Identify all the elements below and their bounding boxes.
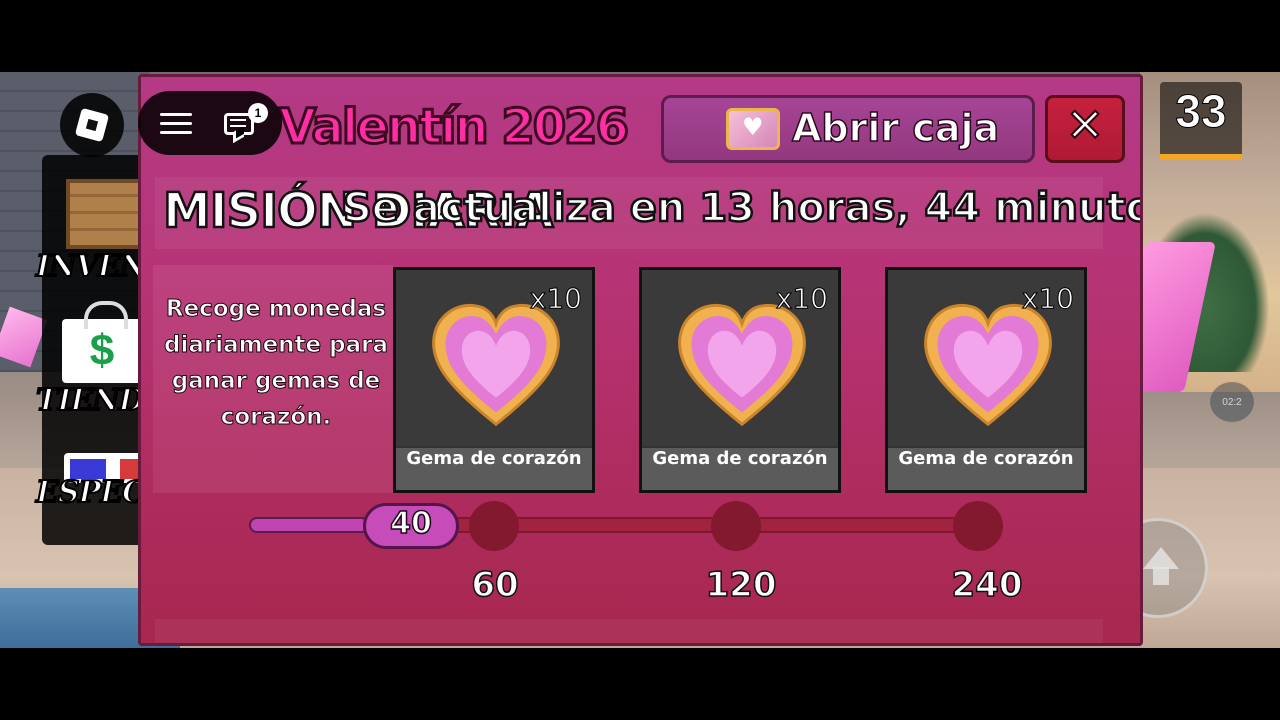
gift-box-icon bbox=[726, 108, 780, 150]
heart-gem-icon bbox=[924, 303, 1052, 427]
reward-name: Gema de corazón bbox=[396, 448, 592, 490]
level-progress-bar bbox=[1160, 154, 1242, 160]
reward-name: Gema de corazón bbox=[642, 448, 838, 490]
open-box-button[interactable]: Abrir caja bbox=[661, 95, 1035, 163]
reward-image: x10 bbox=[642, 270, 838, 446]
heart-gem-icon bbox=[432, 303, 560, 427]
reward-quantity: x10 bbox=[775, 282, 828, 316]
chat-notification-badge: 1 bbox=[248, 103, 268, 123]
milestone-dot bbox=[469, 501, 519, 551]
heart-gem-icon bbox=[678, 303, 806, 427]
milestone-label: 60 bbox=[471, 564, 520, 606]
reward-image: x10 bbox=[396, 270, 592, 446]
reward-quantity: x10 bbox=[529, 282, 582, 316]
mission-progress-fill bbox=[249, 517, 369, 533]
milestone-dot bbox=[711, 501, 761, 551]
open-box-label: Abrir caja bbox=[791, 105, 1000, 151]
milestone-label: 240 bbox=[951, 564, 1023, 606]
shopping-bag-icon: $ bbox=[62, 301, 142, 383]
topbar: 1 bbox=[138, 91, 282, 155]
mission-task-panel: Recoge monedas diariamente para ganar ge… bbox=[153, 265, 393, 493]
reward-card[interactable]: x10 Gema de corazón bbox=[639, 267, 841, 493]
level-indicator: 33 bbox=[1160, 82, 1242, 160]
side-menu-spectate[interactable]: ESPECTAR bbox=[35, 427, 213, 537]
mission-header: MISIÓN DIARIA Se actualiza en 13 horas, … bbox=[155, 177, 1140, 249]
hamburger-menu-icon[interactable] bbox=[160, 113, 192, 135]
next-mission-header bbox=[155, 619, 1103, 643]
level-number: 33 bbox=[1175, 85, 1227, 138]
roblox-logo-icon bbox=[74, 107, 110, 143]
milestone-dot bbox=[953, 501, 1003, 551]
mission-progress-value: 40 bbox=[363, 503, 459, 549]
reward-card[interactable]: x10 Gema de corazón bbox=[885, 267, 1087, 493]
mission-refresh-timer: Se actualiza en 13 horas, 44 minutos bbox=[342, 184, 1143, 233]
window-title: Valentín 2026 bbox=[278, 98, 631, 157]
mission-description: Recoge monedas diariamente para ganar ge… bbox=[163, 296, 388, 431]
reward-card[interactable]: x10 Gema de corazón bbox=[393, 267, 595, 493]
milestone-label: 120 bbox=[705, 564, 777, 606]
side-menu-shop[interactable]: $ TIENDA bbox=[35, 295, 168, 419]
arrow-up-icon bbox=[1143, 547, 1179, 585]
level-progress-fill bbox=[1160, 154, 1242, 160]
close-icon: ✕ bbox=[1065, 97, 1106, 153]
reward-image: x10 bbox=[888, 270, 1084, 446]
reward-quantity: x10 bbox=[1021, 282, 1074, 316]
timer-badge: 02:2 bbox=[1210, 382, 1254, 422]
side-menu-inventory[interactable]: INVENTARIO bbox=[35, 155, 252, 285]
close-button[interactable]: ✕ bbox=[1045, 95, 1125, 163]
crate-icon bbox=[66, 179, 142, 249]
roblox-menu-button[interactable] bbox=[60, 93, 124, 157]
reward-name: Gema de corazón bbox=[888, 448, 1084, 490]
valentine-event-window: Valentín 2026 Abrir caja ✕ MISIÓN DIARIA… bbox=[138, 74, 1143, 646]
side-menu: INVENTARIO $ TIENDA ESPECTAR bbox=[35, 155, 252, 545]
